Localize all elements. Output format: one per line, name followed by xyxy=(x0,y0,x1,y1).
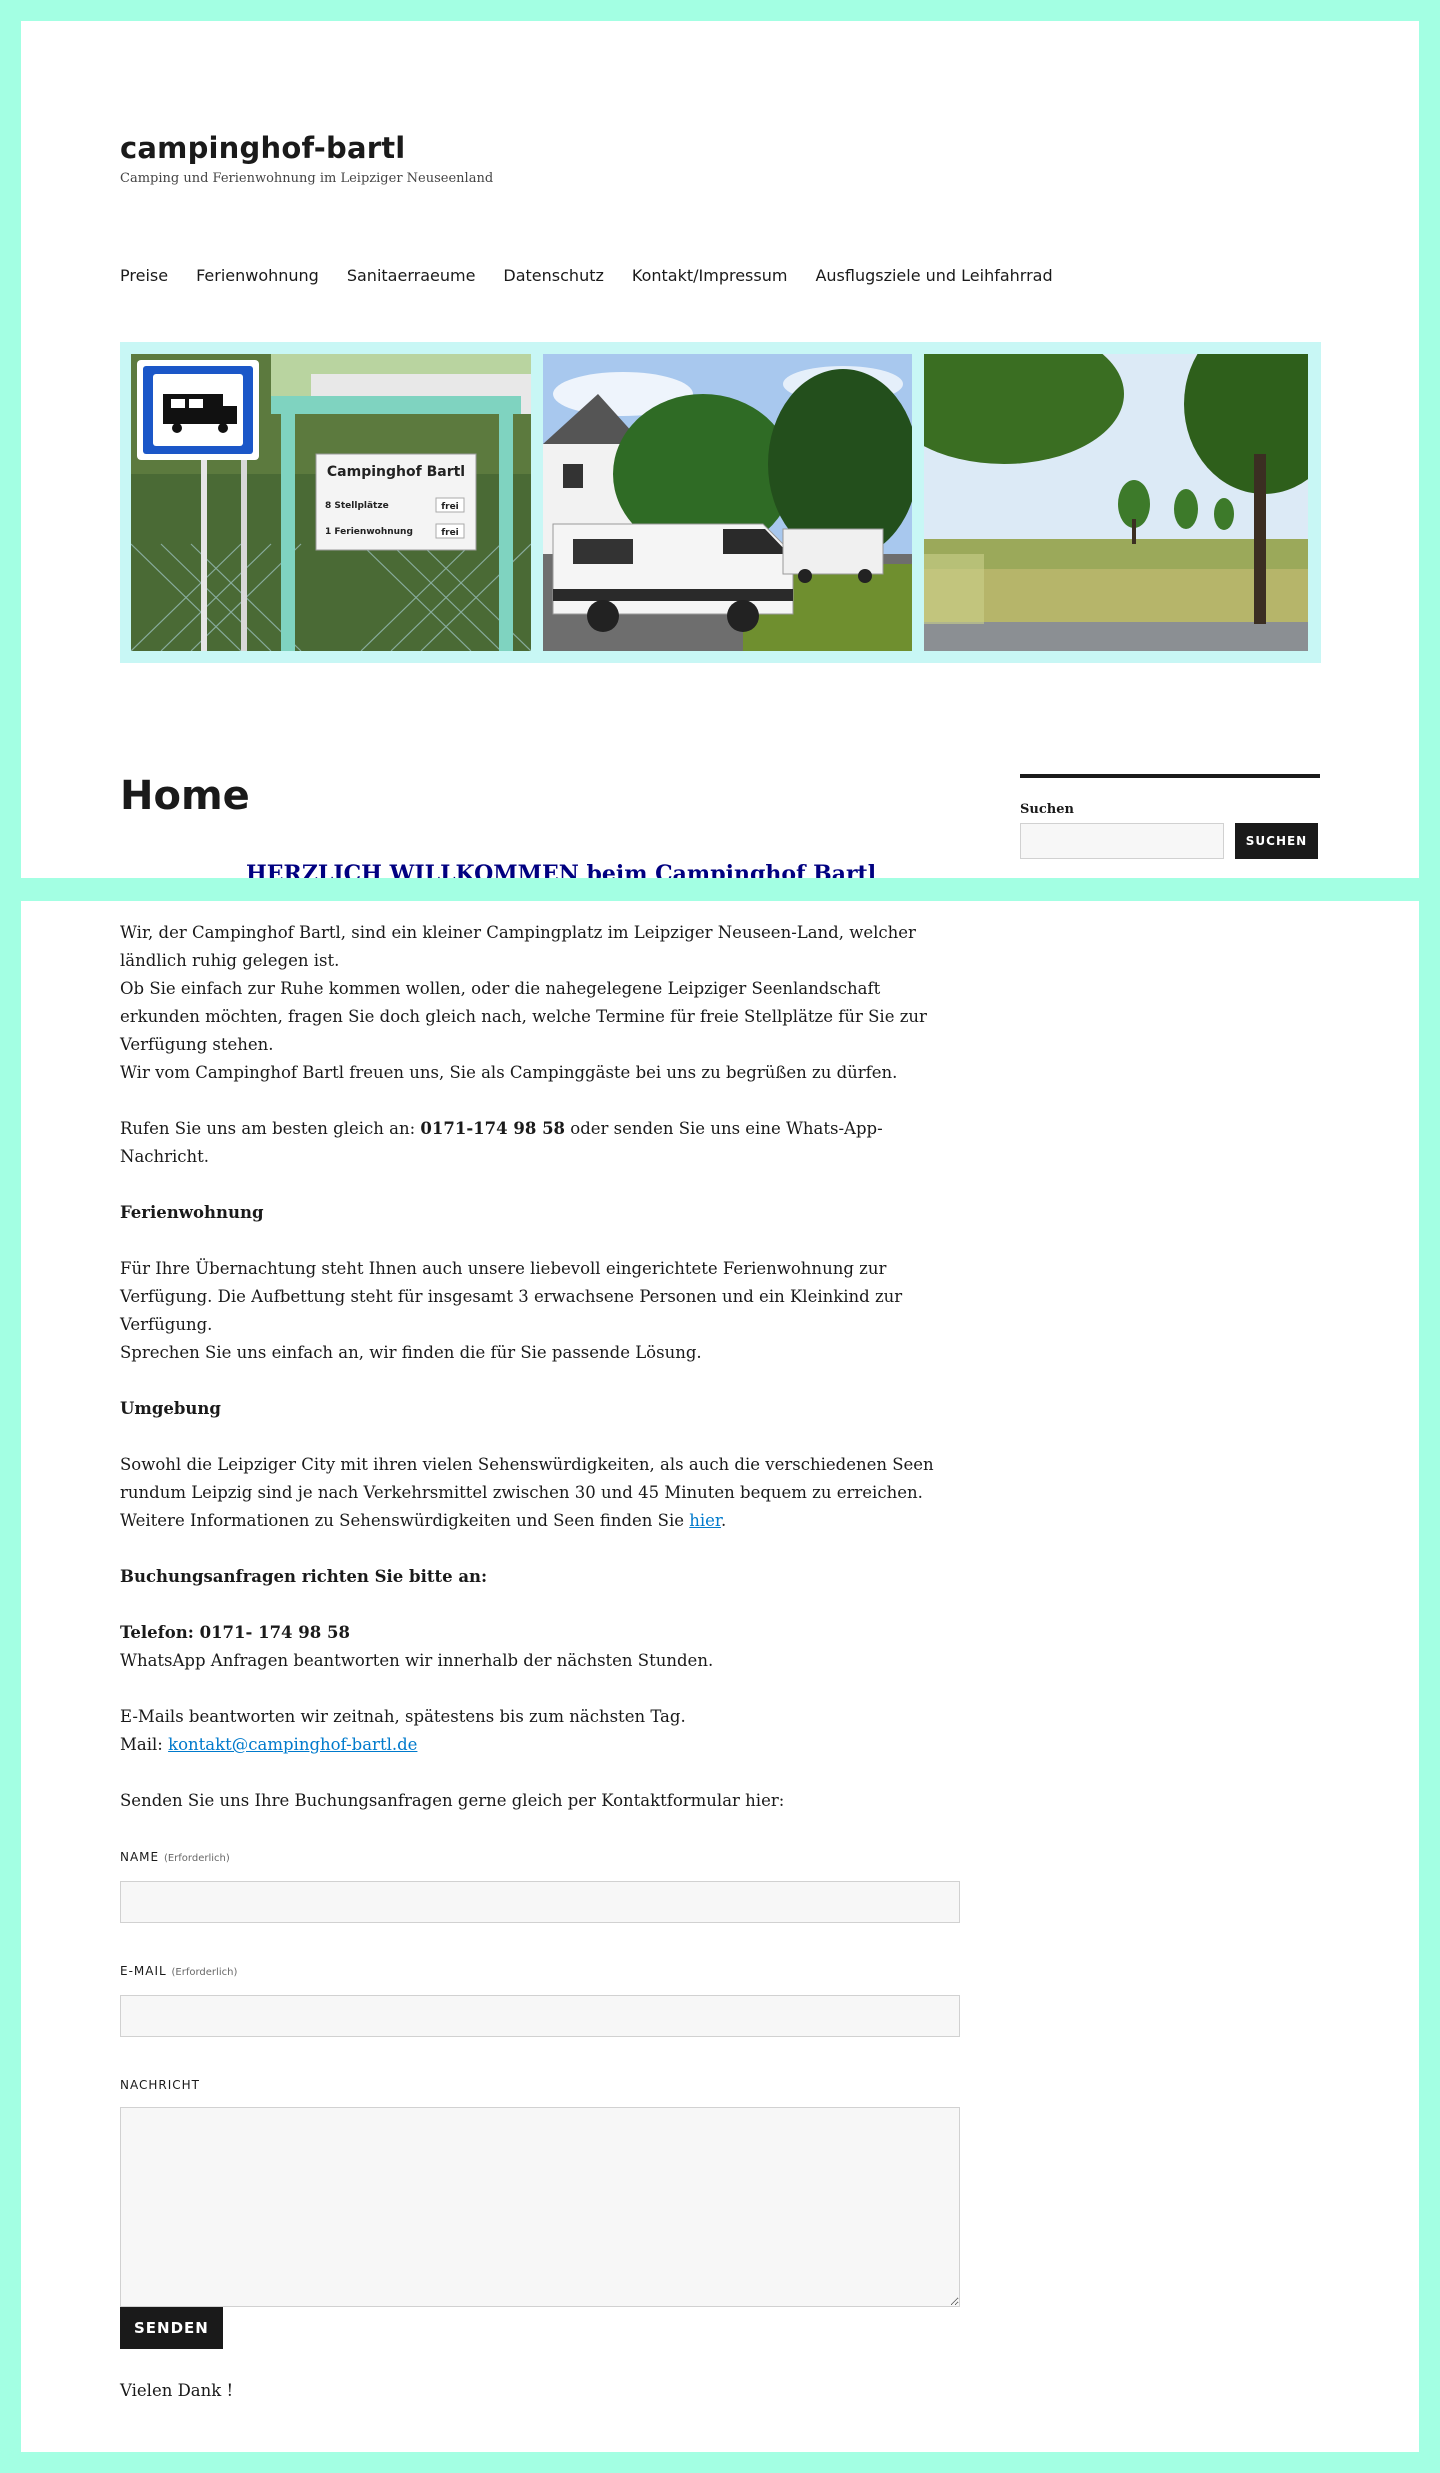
header-photo-camper-vans xyxy=(543,354,912,651)
email-label: E-MAIL (Erforderlich) xyxy=(120,1957,960,1987)
nav-item-preise[interactable]: Preise xyxy=(120,266,168,285)
nav-item-ferienwohnung[interactable]: Ferienwohnung xyxy=(196,266,319,285)
sign-status-1: frei xyxy=(441,502,459,512)
name-field[interactable] xyxy=(120,1881,960,1923)
umgebung-link[interactable]: hier xyxy=(689,1511,721,1530)
header-photo-field xyxy=(924,354,1308,651)
booking-heading-paragraph: Buchungsanfragen richten Sie bitte an: xyxy=(120,1563,960,1591)
main-navigation: Preise Ferienwohnung Sanitaerraeume Date… xyxy=(120,266,1081,285)
search-button[interactable]: SUCHEN xyxy=(1235,823,1318,859)
search-label: Suchen xyxy=(1020,802,1074,817)
nav-item-sanitaerraeume[interactable]: Sanitaerraeume xyxy=(347,266,476,285)
umgebung-text-2-suffix: . xyxy=(721,1511,727,1530)
email-line: E-Mails beantworten wir zeitnah, spätest… xyxy=(120,1707,686,1726)
mail-prefix: Mail: xyxy=(120,1735,169,1754)
page-title: Home xyxy=(120,773,250,819)
fewo-text-2: Sprechen Sie uns einfach an, wir finden … xyxy=(120,1343,702,1362)
sign-title: Campinghof Bartl xyxy=(327,464,465,480)
search-form: SUCHEN xyxy=(1020,823,1320,859)
page-panel-top: campinghof-bartl Camping und Ferienwohnu… xyxy=(21,21,1419,878)
umgebung-heading: Umgebung xyxy=(120,1399,221,1418)
umgebung-paragraph: Sowohl die Leipziger City mit ihren viel… xyxy=(120,1451,960,1535)
umgebung-text-2-prefix: Weitere Informationen zu Sehenswürdigkei… xyxy=(120,1511,690,1530)
sidebar-divider xyxy=(1020,774,1320,778)
nav-item-kontakt[interactable]: Kontakt/Impressum xyxy=(632,266,788,285)
phone-paragraph: Telefon: 0171- 174 98 58 WhatsApp Anfrag… xyxy=(120,1619,960,1675)
contact-form: NAME (Erforderlich) E-MAIL (Erforderlich… xyxy=(120,1843,960,2349)
booking-heading: Buchungsanfragen richten Sie bitte an: xyxy=(120,1567,488,1586)
intro-text-2: Ob Sie einfach zur Ruhe kommen wollen, o… xyxy=(120,979,927,1054)
thanks-text: Vielen Dank ! xyxy=(120,2381,234,2400)
nav-item-ausflugsziele[interactable]: Ausflugsziele und Leihfahrrad xyxy=(815,266,1052,285)
sign-row-ferienwohnung: 1 Ferienwohnung xyxy=(325,527,413,537)
fewo-text-1: Für Ihre Übernachtung steht Ihnen auch u… xyxy=(120,1259,903,1334)
main-content: Wir, der Campinghof Bartl, sind ein klei… xyxy=(120,919,960,2433)
message-label: NACHRICHT xyxy=(120,2078,200,2092)
fewo-heading-paragraph: Ferienwohnung xyxy=(120,1199,960,1227)
email-label-text: E-MAIL xyxy=(120,1964,167,1978)
sidebar: Suchen SUCHEN xyxy=(1020,774,1320,859)
page-panel-bottom: Wir, der Campinghof Bartl, sind ein klei… xyxy=(21,901,1419,2452)
intro-text-1: Wir, der Campinghof Bartl, sind ein klei… xyxy=(120,923,916,970)
site-title[interactable]: campinghof-bartl xyxy=(120,131,405,165)
name-label-text: NAME xyxy=(120,1850,160,1864)
name-label: NAME (Erforderlich) xyxy=(120,1843,960,1873)
call-paragraph: Rufen Sie uns am besten gleich an: 0171-… xyxy=(120,1115,960,1171)
sign-row-stellplaetze: 8 Stellplätze xyxy=(325,501,389,511)
nav-item-datenschutz[interactable]: Datenschutz xyxy=(503,266,603,285)
call-phone: 0171-174 98 58 xyxy=(420,1119,566,1138)
site-description: Camping und Ferienwohnung im Leipziger N… xyxy=(120,171,494,186)
required-note: (Erforderlich) xyxy=(163,1853,230,1864)
mail-link[interactable]: kontakt@campinghof-bartl.de xyxy=(168,1735,417,1754)
call-prefix: Rufen Sie uns am besten gleich an: xyxy=(120,1119,421,1138)
submit-button[interactable]: SENDEN xyxy=(120,2307,223,2349)
header-photo-campsite-sign: Campinghof Bartl 8 Stellplätze frei 1 Fe… xyxy=(131,354,531,651)
intro-text-3: Wir vom Campinghof Bartl freuen uns, Sie… xyxy=(120,1063,898,1082)
form-intro: Senden Sie uns Ihre Buchungsanfragen ger… xyxy=(120,1791,785,1810)
fewo-heading: Ferienwohnung xyxy=(120,1203,264,1222)
header-image[interactable]: Campinghof Bartl 8 Stellplätze frei 1 Fe… xyxy=(120,342,1321,663)
required-note: (Erforderlich) xyxy=(171,1967,238,1978)
sign-status-2: frei xyxy=(441,528,459,538)
search-input[interactable] xyxy=(1020,823,1224,859)
intro-paragraph: Wir, der Campinghof Bartl, sind ein klei… xyxy=(120,919,960,1087)
welcome-heading: HERZLICH WILLKOMMEN beim Campinghof Bart… xyxy=(246,861,877,878)
fewo-paragraph: Für Ihre Übernachtung steht Ihnen auch u… xyxy=(120,1255,960,1367)
umgebung-text-1: Sowohl die Leipziger City mit ihren viel… xyxy=(120,1455,934,1502)
whatsapp-line: WhatsApp Anfragen beantworten wir innerh… xyxy=(120,1651,714,1670)
email-field[interactable] xyxy=(120,1995,960,2037)
email-paragraph: E-Mails beantworten wir zeitnah, spätest… xyxy=(120,1703,960,1759)
phone-line: Telefon: 0171- 174 98 58 xyxy=(120,1623,350,1642)
message-field[interactable] xyxy=(120,2107,960,2307)
umgebung-heading-paragraph: Umgebung xyxy=(120,1395,960,1423)
